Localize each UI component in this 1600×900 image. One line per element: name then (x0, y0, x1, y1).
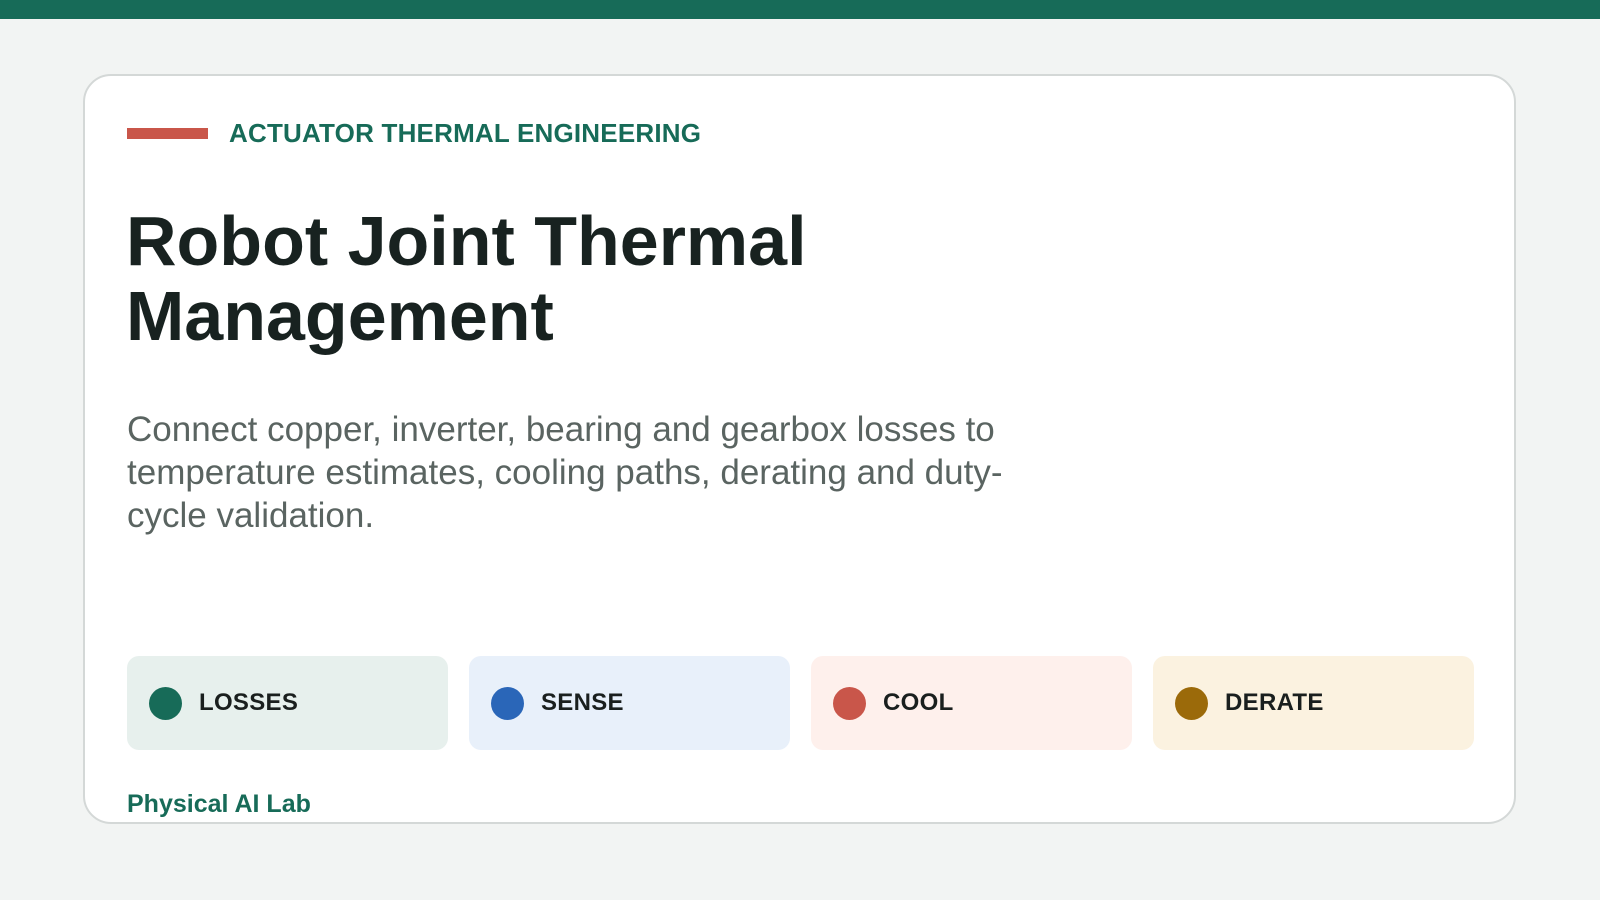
tile-label: LOSSES (199, 689, 299, 716)
page-subtitle: Connect copper, inverter, bearing and ge… (127, 410, 1003, 535)
derate-dot-icon (1175, 686, 1208, 720)
top-accent-bar (0, 0, 1600, 19)
tile-label: SENSE (541, 689, 624, 716)
footer-brand: Physical AI Lab (127, 790, 311, 818)
tile-derate: DERATE (1153, 656, 1474, 750)
tile-losses: LOSSES (127, 656, 448, 750)
sense-dot-icon (491, 686, 524, 720)
tile-cool: COOL (811, 656, 1132, 750)
cool-dot-icon (833, 686, 866, 720)
topic-tiles: LOSSES SENSE COOL DERATE (127, 656, 1474, 750)
tile-label: DERATE (1225, 689, 1324, 716)
title-card: ACTUATOR THERMAL ENGINEERING Robot Joint… (83, 74, 1516, 824)
tile-label: COOL (883, 689, 954, 716)
tile-sense: SENSE (469, 656, 790, 750)
eyebrow: ACTUATOR THERMAL ENGINEERING (127, 118, 701, 149)
page-title: Robot Joint Thermal Management (126, 202, 807, 355)
losses-dot-icon (149, 686, 182, 720)
eyebrow-text: ACTUATOR THERMAL ENGINEERING (229, 118, 702, 148)
eyebrow-rule (127, 128, 208, 139)
